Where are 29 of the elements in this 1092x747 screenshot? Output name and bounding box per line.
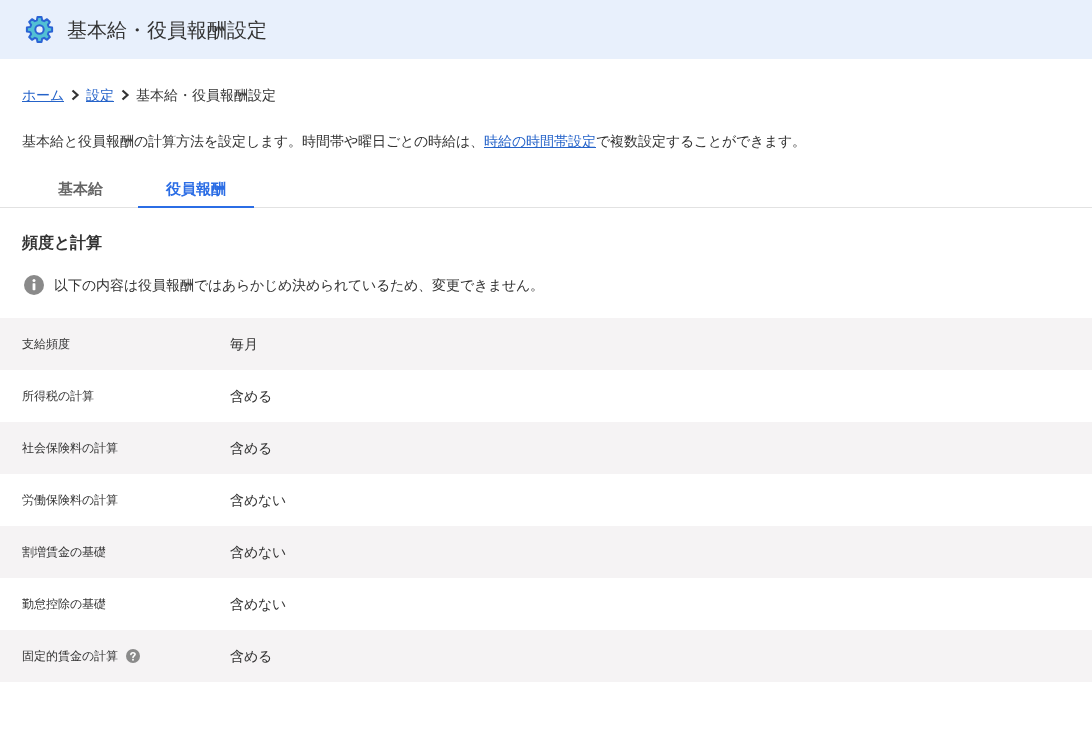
setting-label: 割増賃金の基礎 <box>22 544 106 561</box>
info-icon <box>24 275 44 295</box>
breadcrumb-link[interactable]: 設定 <box>86 85 114 105</box>
breadcrumb-current: 基本給・役員報酬設定 <box>136 86 276 105</box>
chevron-right-icon <box>120 89 130 101</box>
setting-value: 含める <box>230 646 272 666</box>
description-text: 基本給と役員報酬の計算方法を設定します。時間帯や曜日ごとの時給は、時給の時間帯設定で複数設定することができます。 <box>22 132 806 151</box>
settings-link[interactable]: 時給の時間帯設定 <box>484 133 596 149</box>
chevron-right-icon <box>70 89 80 101</box>
help-icon[interactable] <box>126 649 140 663</box>
setting-value: 含める <box>230 386 272 406</box>
setting-label: 社会保険料の計算 <box>22 440 118 457</box>
setting-value: 含めない <box>230 542 286 562</box>
setting-value: 含める <box>230 438 272 458</box>
setting-label: 勤怠控除の基礎 <box>22 596 106 613</box>
section-heading: 頻度と計算 <box>22 232 102 254</box>
setting-value: 含めない <box>230 490 286 510</box>
setting-label: 労働保険料の計算 <box>22 492 118 509</box>
setting-value: 毎月 <box>230 334 258 354</box>
setting-label: 固定的賃金の計算 <box>22 648 118 665</box>
tab[interactable]: 基本給 <box>22 172 138 208</box>
setting-label: 所得税の計算 <box>22 388 94 405</box>
setting-value: 含めない <box>230 594 286 614</box>
page-title: 基本給・役員報酬設定 <box>67 17 267 42</box>
notice-text: 以下の内容は役員報酬ではあらかじめ決められているため、変更できません。 <box>54 276 544 295</box>
tab[interactable]: 役員報酬 <box>138 172 254 208</box>
setting-label: 支給頻度 <box>22 336 70 353</box>
gear-icon <box>24 14 55 45</box>
breadcrumb-link[interactable]: ホーム <box>22 85 64 105</box>
